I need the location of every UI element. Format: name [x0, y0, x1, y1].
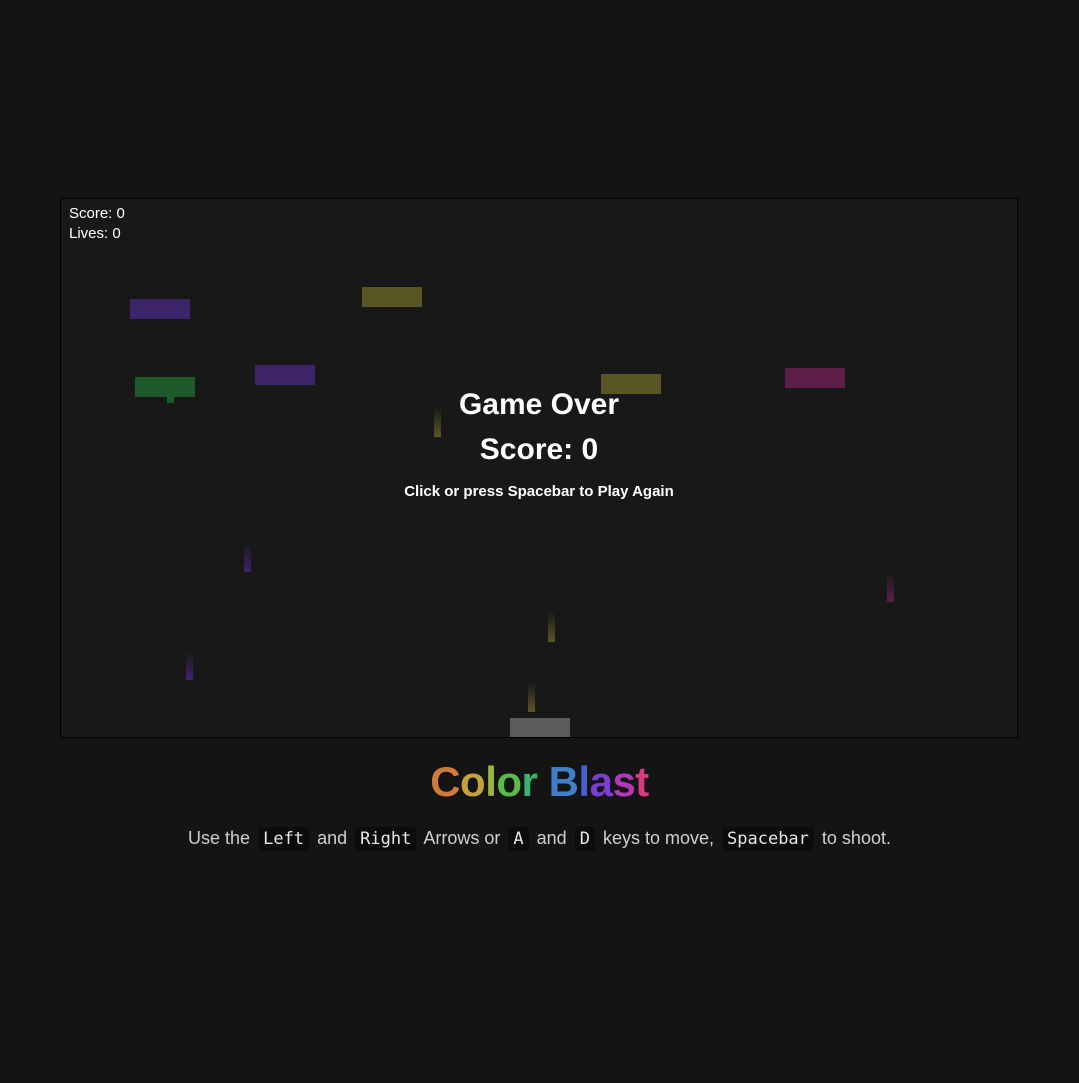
- controls-instructions: Use the Left and Right Arrows or A and D…: [0, 827, 1079, 851]
- title-letter: C: [430, 758, 461, 805]
- key-a: A: [508, 827, 529, 851]
- key-d: D: [574, 827, 595, 851]
- instruction-text: to shoot.: [821, 828, 891, 848]
- instruction-text: and: [317, 828, 348, 848]
- title-letter: [537, 758, 548, 805]
- instruction-text: Use the: [188, 828, 251, 848]
- title-letter: l: [485, 758, 497, 805]
- title-letter: l: [578, 758, 590, 805]
- title-letter: s: [612, 758, 636, 805]
- play-again-prompt[interactable]: Click or press Spacebar to Play Again: [61, 483, 1017, 500]
- final-score-value: 0: [581, 433, 599, 466]
- game-over-overlay[interactable]: Game Over Score: 0 Click or press Spaceb…: [61, 199, 1017, 737]
- title-letter: a: [589, 758, 613, 805]
- title-letter: o: [460, 758, 486, 805]
- game-title: Color Blast: [0, 758, 1079, 806]
- key-right: Right: [355, 827, 417, 851]
- title-letter: t: [635, 758, 649, 805]
- title-letter: B: [548, 758, 579, 805]
- instruction-text: and: [536, 828, 567, 848]
- key-left: Left: [258, 827, 310, 851]
- game-canvas[interactable]: Score: 0 Lives: 0 Game Over Score: 0 Cli…: [60, 198, 1018, 738]
- title-letter: o: [496, 758, 522, 805]
- game-over-title: Game Over: [458, 388, 620, 421]
- final-score: Score: 0: [61, 433, 1017, 467]
- instruction-text: keys to move,: [602, 828, 714, 848]
- title-letter: r: [521, 758, 538, 805]
- final-score-label: Score:: [479, 433, 574, 466]
- key-spacebar: Spacebar: [722, 827, 814, 851]
- instruction-text: Arrows or: [423, 828, 501, 848]
